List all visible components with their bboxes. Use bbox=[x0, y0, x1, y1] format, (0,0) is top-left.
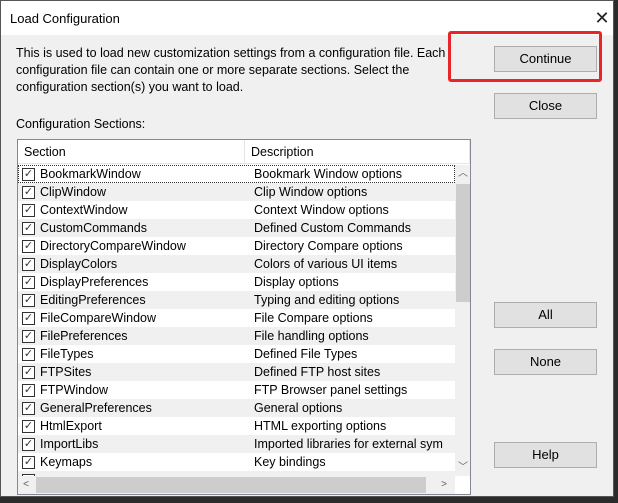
section-name: DisplayColors bbox=[40, 257, 118, 271]
section-name: DirectoryCompareWindow bbox=[40, 239, 186, 253]
horizontal-scroll-thumb[interactable] bbox=[36, 477, 426, 493]
checkbox[interactable]: ✓ bbox=[22, 420, 35, 433]
section-description: Imported libraries for external sym bbox=[254, 437, 443, 451]
section-name: DisplayPreferences bbox=[40, 275, 149, 289]
section-name: ClipWindow bbox=[40, 185, 106, 199]
checkbox[interactable]: ✓ bbox=[22, 276, 35, 289]
checkbox[interactable]: ✓ bbox=[22, 366, 35, 379]
table-row[interactable]: ✓ ImportLibs Imported libraries for extern… bbox=[18, 435, 455, 453]
table-row[interactable]: ✓ DisplayColors Colors of various UI items bbox=[18, 255, 455, 273]
section-name: EditingPreferences bbox=[40, 293, 146, 307]
section-name: CustomCommands bbox=[40, 221, 147, 235]
checkbox[interactable]: ✓ bbox=[22, 240, 35, 253]
intro-text: This is used to load new customization s… bbox=[16, 46, 446, 94]
checkbox[interactable]: ✓ bbox=[22, 384, 35, 397]
table-row[interactable]: ✓ FileTypes Defined File Types bbox=[18, 345, 455, 363]
section-name: ContextWindow bbox=[40, 203, 128, 217]
section-name: FTPSites bbox=[40, 365, 92, 379]
table-row[interactable]: ✓ FilePreferences File handling options bbox=[18, 327, 455, 345]
section-description: Display options bbox=[254, 275, 339, 289]
scroll-up-icon[interactable]: ︿ bbox=[455, 165, 470, 182]
section-name: GeneralPreferences bbox=[40, 401, 152, 415]
table-row[interactable]: ✓ DirectoryCompareWindow Directory Compare… bbox=[18, 237, 455, 255]
window-title: Load Configuration bbox=[10, 11, 120, 26]
list-rows: ✓ BookmarkWindow Bookmark Window options ✓ C… bbox=[18, 165, 455, 476]
close-icon[interactable]: ✕ bbox=[591, 7, 613, 29]
section-name: ImportLibs bbox=[40, 437, 99, 451]
section-name: Keymaps bbox=[40, 455, 93, 469]
section-name: FileCompareWindow bbox=[40, 311, 157, 325]
table-row[interactable]: ✓ GeneralPreferences General options bbox=[18, 399, 455, 417]
section-description: Colors of various UI items bbox=[254, 257, 398, 271]
checkbox[interactable]: ✓ bbox=[22, 294, 35, 307]
checkbox[interactable]: ✓ bbox=[22, 186, 35, 199]
scroll-down-icon[interactable]: ﹀ bbox=[455, 459, 470, 476]
section-description: General options bbox=[254, 401, 343, 415]
section-description: Clip Window options bbox=[254, 185, 368, 199]
vertical-scrollbar[interactable]: ︿ ﹀ bbox=[455, 165, 470, 476]
sections-list[interactable]: Section Description ✓ BookmarkWindow Bookm… bbox=[17, 139, 471, 495]
continue-button[interactable]: Continue bbox=[494, 46, 597, 72]
table-row[interactable]: ✓ HtmlExport HTML exporting options bbox=[18, 417, 455, 435]
checkbox[interactable]: ✓ bbox=[22, 222, 35, 235]
checkbox[interactable]: ✓ bbox=[22, 204, 35, 217]
checkbox[interactable]: ✓ bbox=[22, 168, 35, 181]
table-row[interactable]: ✓ FTPSites Defined FTP host sites bbox=[18, 363, 455, 381]
section-description: Defined File Types bbox=[254, 347, 358, 361]
section-name: FilePreferences bbox=[40, 329, 128, 343]
table-row[interactable]: ✓ ClipWindow Clip Window options bbox=[18, 183, 455, 201]
scroll-right-icon[interactable]: > bbox=[436, 476, 452, 493]
none-button[interactable]: None bbox=[494, 349, 597, 375]
section-description: Defined FTP host sites bbox=[254, 365, 381, 379]
section-description: FTP Browser panel settings bbox=[254, 383, 408, 397]
table-row[interactable]: ✓ Keymaps Key bindings bbox=[18, 453, 455, 471]
checkbox[interactable]: ✓ bbox=[22, 330, 35, 343]
table-row[interactable]: ✓ CustomCommands Defined Custom Commands bbox=[18, 219, 455, 237]
section-description: Defined Custom Commands bbox=[254, 221, 412, 235]
checkbox[interactable]: ✓ bbox=[22, 312, 35, 325]
table-row[interactable]: ✓ EditingPreferences Typing and editing op… bbox=[18, 291, 455, 309]
table-row[interactable]: ✓ BookmarkWindow Bookmark Window options bbox=[18, 165, 455, 183]
close-button[interactable]: Close bbox=[494, 93, 597, 119]
scroll-left-icon[interactable]: < bbox=[18, 476, 34, 493]
checkbox[interactable]: ✓ bbox=[22, 438, 35, 451]
vertical-scroll-thumb[interactable] bbox=[456, 184, 470, 302]
section-name: FTPWindow bbox=[40, 383, 109, 397]
checkbox[interactable]: ✓ bbox=[22, 402, 35, 415]
column-header-section[interactable]: Section bbox=[18, 140, 245, 164]
section-name: FileTypes bbox=[40, 347, 94, 361]
table-row[interactable]: ✓ DisplayPreferences Display options bbox=[18, 273, 455, 291]
help-button[interactable]: Help bbox=[494, 442, 597, 468]
section-name: HtmlExport bbox=[40, 419, 102, 433]
checkbox[interactable]: ✓ bbox=[22, 456, 35, 469]
table-row[interactable]: ✓ FTPWindow FTP Browser panel settings bbox=[18, 381, 455, 399]
sections-label: Configuration Sections: bbox=[16, 117, 146, 131]
table-row[interactable]: ✓ FileCompareWindow File Compare options bbox=[18, 309, 455, 327]
checkbox[interactable]: ✓ bbox=[22, 258, 35, 271]
table-row[interactable]: ✓ ContextWindow Context Window options bbox=[18, 201, 455, 219]
all-button[interactable]: All bbox=[494, 302, 597, 328]
horizontal-scrollbar[interactable]: < > bbox=[18, 476, 455, 494]
list-header: Section Description bbox=[18, 140, 470, 164]
load-configuration-dialog: Load Configuration ✕ This is used to loa… bbox=[0, 0, 614, 497]
column-header-description[interactable]: Description bbox=[245, 140, 470, 164]
section-description: Typing and editing options bbox=[254, 293, 400, 307]
section-description: File Compare options bbox=[254, 311, 373, 325]
section-description: File handling options bbox=[254, 329, 369, 343]
section-description: Context Window options bbox=[254, 203, 389, 217]
title-bar: Load Configuration ✕ bbox=[1, 1, 613, 35]
section-description: Bookmark Window options bbox=[254, 167, 402, 181]
section-name: BookmarkWindow bbox=[40, 167, 141, 181]
section-description: Directory Compare options bbox=[254, 239, 403, 253]
section-description: HTML exporting options bbox=[254, 419, 387, 433]
section-description: Key bindings bbox=[254, 455, 326, 469]
checkbox[interactable]: ✓ bbox=[22, 348, 35, 361]
